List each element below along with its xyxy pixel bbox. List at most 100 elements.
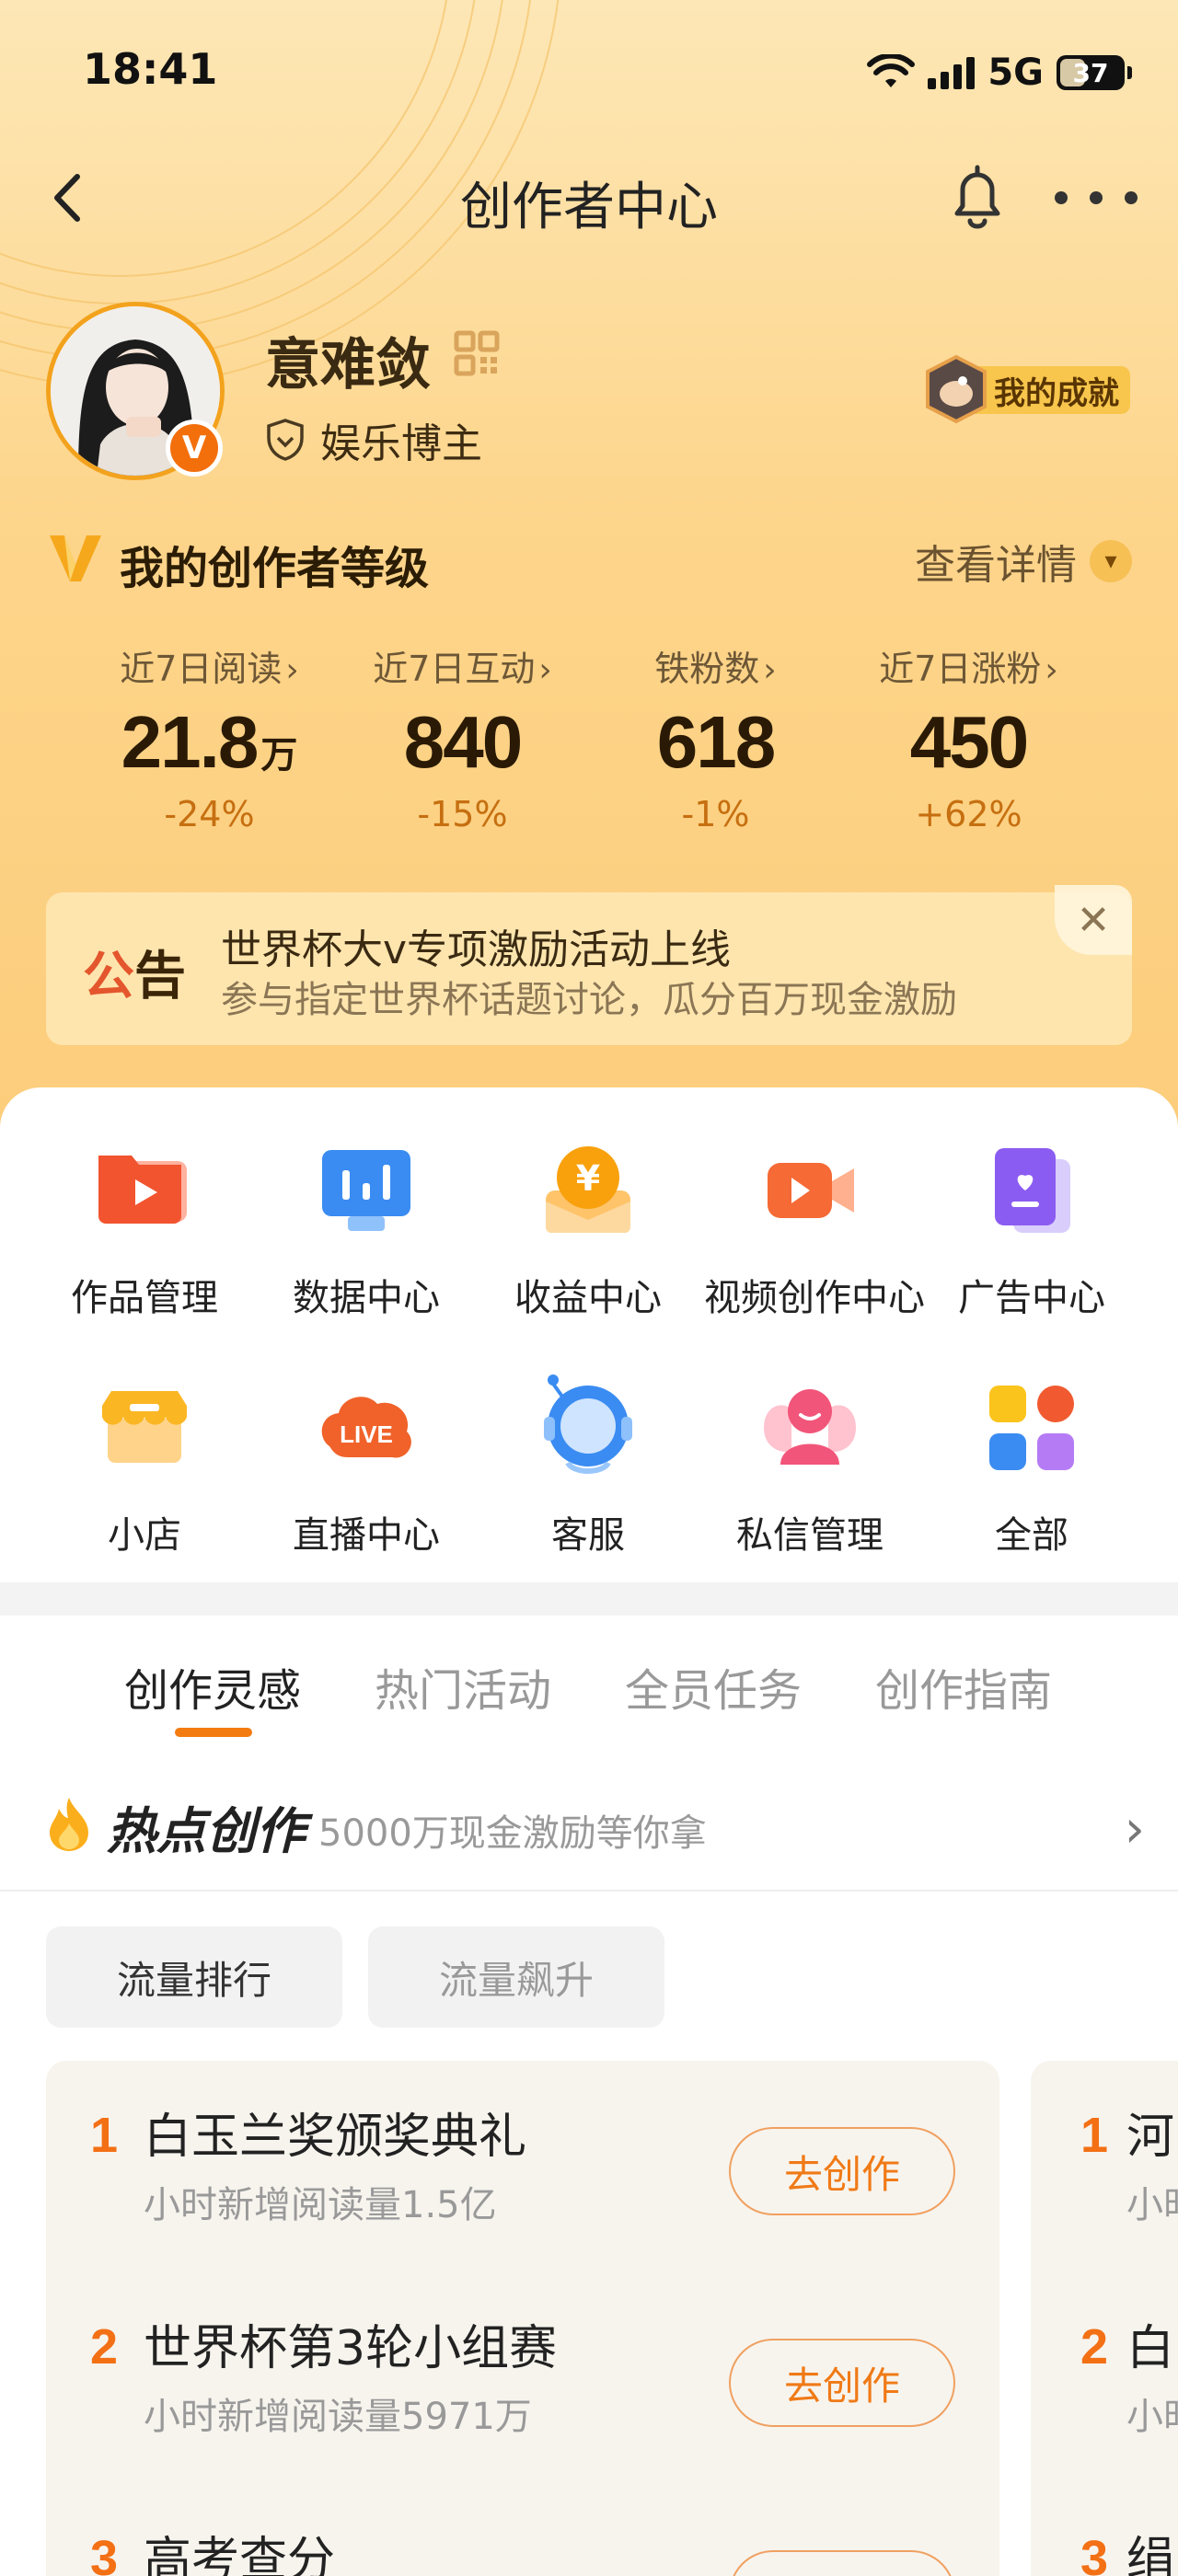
stat-new-fans[interactable]: 近7日涨粉 › 450 +62% <box>842 640 1095 852</box>
list-item[interactable]: 3 绢 <box>1031 2484 1178 2576</box>
topic-title: 白 <box>1126 2321 1175 2376</box>
list-item[interactable]: 3 高考查分 去创作 <box>46 2484 999 2576</box>
stat-label: 近7日互动 <box>373 649 536 689</box>
tool-label: 广告中心 <box>958 1277 1105 1319</box>
rank-number: 1 <box>90 2108 119 2163</box>
tool-income-center[interactable]: ¥ 收益中心 <box>482 1135 694 1321</box>
creator-level-row[interactable]: 我的创作者等级 查看详情 ▾ <box>46 526 1132 594</box>
ad-icon <box>995 1148 1070 1233</box>
more-dot-icon <box>1055 191 1068 204</box>
active-tab-indicator <box>175 1728 252 1737</box>
support-icon <box>544 1374 632 1474</box>
rank-number: 2 <box>90 2319 119 2375</box>
rank-number: 2 <box>1080 2319 1109 2375</box>
chip-traffic-ranking[interactable]: 流量排行 <box>46 1926 342 2028</box>
create-button[interactable]: 去创作 <box>729 2339 955 2427</box>
tab-hot-activities[interactable]: 热门活动 <box>375 1654 551 1719</box>
view-details-button[interactable]: 查看详情 ▾ <box>915 532 1132 591</box>
achievement-medal-icon <box>926 354 987 424</box>
hot-creation-title: 热点创作 <box>107 1802 306 1860</box>
topic-title: 河 <box>1126 2110 1175 2165</box>
hot-topics-card-next[interactable]: 1 河 小时 2 白 小时 3 绢 <box>1031 2061 1178 2576</box>
rank-number: 3 <box>90 2531 119 2576</box>
bell-icon <box>954 165 1000 229</box>
stat-reads[interactable]: 近7日阅读 › 21.8 万 -24% <box>83 640 336 852</box>
tool-live-center[interactable]: LIVE 直播中心 <box>260 1373 472 1558</box>
tool-video-creation-center[interactable]: 视频创作中心 <box>704 1135 925 1321</box>
announcement-title: 世界杯大v专项激励活动上线 <box>221 926 732 973</box>
stat-value: 21.8 <box>121 701 260 783</box>
tool-works-management[interactable]: 作品管理 <box>39 1135 250 1321</box>
topic-description: 小时 <box>1126 2396 1178 2438</box>
stat-delta: -1% <box>681 794 750 834</box>
tool-ad-center[interactable]: 广告中心 <box>926 1135 1138 1321</box>
qr-code-icon[interactable] <box>453 329 501 377</box>
tool-label: 视频创作中心 <box>704 1277 925 1319</box>
announcement-banner[interactable]: 公告 世界杯大v专项激励活动上线 参与指定世界杯话题讨论，瓜分百万现金激励 ✕ <box>46 885 1132 1045</box>
svg-text:¥: ¥ <box>576 1158 600 1199</box>
list-item[interactable]: 1 白玉兰奖颁奖典礼 小时新增阅读量1.5亿 去创作 <box>46 2061 999 2263</box>
signal-icon <box>928 56 976 89</box>
more-dot-icon <box>1090 191 1103 204</box>
tab-creation-guide[interactable]: 创作指南 <box>875 1654 1052 1719</box>
list-item[interactable]: 2 白 小时 <box>1031 2272 1178 2475</box>
fire-icon <box>50 1798 88 1851</box>
svg-text:LIVE: LIVE <box>340 1420 393 1448</box>
chip-traffic-surge[interactable]: 流量飙升 <box>368 1926 664 2028</box>
stat-iron-fans[interactable]: 铁粉数 › 618 -1% <box>589 640 842 852</box>
tab-all-tasks[interactable]: 全员任务 <box>625 1654 802 1719</box>
list-item[interactable]: 1 河 小时 <box>1031 2061 1178 2263</box>
data-icon <box>322 1150 410 1231</box>
works-icon <box>98 1156 187 1224</box>
hot-topics-card: 1 白玉兰奖颁奖典礼 小时新增阅读量1.5亿 去创作 2 世界杯第3轮小组赛 小… <box>46 2061 999 2576</box>
tool-shop[interactable]: 小店 <box>39 1373 250 1558</box>
tool-customer-service[interactable]: 客服 <box>482 1373 694 1558</box>
stat-label: 近7日涨粉 <box>879 649 1042 689</box>
chevron-right-icon: › <box>763 651 777 689</box>
stat-unit: 万 <box>260 735 298 776</box>
stat-value: 840 <box>403 701 523 783</box>
battery-percent: 37 <box>1072 57 1109 88</box>
topic-description: 小时新增阅读量5971万 <box>144 2396 532 2438</box>
topic-title: 白玉兰奖颁奖典礼 <box>144 2110 527 2165</box>
tool-label: 作品管理 <box>71 1277 218 1319</box>
notifications-button[interactable] <box>944 162 1011 232</box>
tool-label: 客服 <box>551 1514 625 1557</box>
stat-value: 618 <box>656 701 776 783</box>
stat-delta: -24% <box>164 794 255 834</box>
topic-description: 小时新增阅读量1.5亿 <box>144 2184 497 2226</box>
topic-description: 小时 <box>1126 2184 1178 2226</box>
tool-all[interactable]: 全部 <box>926 1373 1138 1558</box>
tools-panel: 作品管理 数据中心 ¥ 收益中心 视频创作中心 广告中心 小店 LIVE 直播中… <box>0 1087 1178 1582</box>
hot-creation-header[interactable]: 热点创作 5000万现金激励等你拿 › <box>0 1763 1178 1892</box>
announcement-tag-first: 公 <box>83 947 134 1006</box>
chevron-right-icon: › <box>1124 1800 1145 1859</box>
rank-number: 1 <box>1080 2108 1109 2163</box>
stat-interactions[interactable]: 近7日互动 › 840 -15% <box>336 640 589 852</box>
stat-delta: +62% <box>915 794 1022 834</box>
achievement-button[interactable]: 我的成就 <box>920 353 1130 424</box>
close-icon[interactable]: ✕ <box>1055 885 1132 955</box>
role-tag[interactable]: 娱乐博主 <box>265 410 482 469</box>
tab-inspiration[interactable]: 创作灵感 <box>124 1654 301 1719</box>
verified-badge: V <box>166 420 223 477</box>
create-button[interactable]: 去创作 <box>729 2550 955 2576</box>
more-button[interactable] <box>1055 175 1138 221</box>
stat-delta: -15% <box>417 794 508 834</box>
tool-message-management[interactable]: 私信管理 <box>704 1373 916 1558</box>
stats-row: 近7日阅读 › 21.8 万 -24% 近7日互动 › 840 -15% 铁粉数 › 6… <box>0 640 1178 852</box>
create-button[interactable]: 去创作 <box>729 2127 955 2215</box>
tool-data-center[interactable]: 数据中心 <box>260 1135 472 1321</box>
wifi-icon <box>867 54 916 87</box>
chevron-down-icon: ▾ <box>1090 540 1132 582</box>
status-time: 18:41 <box>83 44 218 94</box>
announcement-tag-second: 告 <box>134 947 186 1006</box>
tool-label: 收益中心 <box>514 1277 662 1319</box>
chevron-right-icon: › <box>1045 651 1058 689</box>
tool-label: 直播中心 <box>293 1514 440 1557</box>
nav-bar: 创作者中心 <box>0 147 1178 248</box>
all-icon <box>989 1386 1074 1470</box>
network-type: 5G <box>987 52 1044 94</box>
topic-title: 世界杯第3轮小组赛 <box>144 2321 558 2376</box>
list-item[interactable]: 2 世界杯第3轮小组赛 小时新增阅读量5971万 去创作 <box>46 2272 999 2475</box>
